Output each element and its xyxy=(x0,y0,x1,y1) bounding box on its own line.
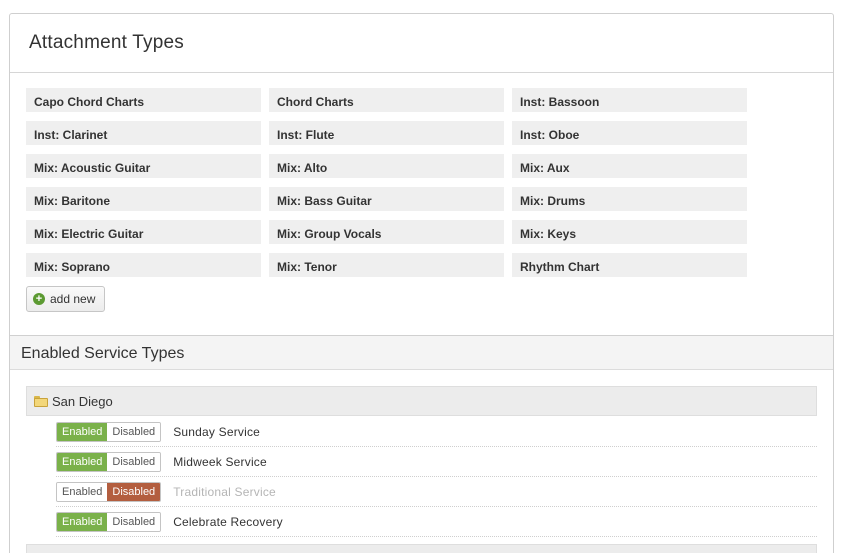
add-new-label: add new xyxy=(50,292,96,306)
page-title: Attachment Types xyxy=(29,32,184,53)
attachment-type-item[interactable]: Mix: Aux xyxy=(512,154,747,178)
attachment-types-panel: Attachment Types Capo Chord Charts Chord… xyxy=(9,13,834,553)
enable-disable-toggle: Enabled Disabled xyxy=(56,421,162,442)
service-name: Traditional Service xyxy=(173,484,276,499)
panel-header: Attachment Types xyxy=(10,14,833,73)
attachment-type-item[interactable]: Inst: Oboe xyxy=(512,121,747,145)
plus-circle-icon: + xyxy=(33,293,45,305)
attachment-type-item[interactable]: Mix: Bass Guitar xyxy=(269,187,504,211)
service-name: Celebrate Recovery xyxy=(173,514,283,529)
attachment-type-item[interactable]: Inst: Bassoon xyxy=(512,88,747,112)
attachment-type-item[interactable]: Inst: Clarinet xyxy=(26,121,261,145)
enabled-button[interactable]: Enabled xyxy=(57,482,108,501)
service-group-row[interactable]: San Diego xyxy=(26,386,817,416)
attachment-type-item[interactable]: Mix: Acoustic Guitar xyxy=(26,154,261,178)
attachment-type-item[interactable]: Inst: Flute xyxy=(269,121,504,145)
enable-disable-toggle: Enabled Disabled xyxy=(56,481,162,502)
attachment-type-item[interactable]: Capo Chord Charts xyxy=(26,88,261,112)
enabled-button[interactable]: Enabled xyxy=(57,452,108,471)
attachment-type-grid: Capo Chord Charts Chord Charts Inst: Bas… xyxy=(26,88,756,277)
service-name: Midweek Service xyxy=(173,454,267,469)
attachment-type-item[interactable]: Mix: Soprano xyxy=(26,253,261,277)
attachment-type-item[interactable]: Mix: Alto xyxy=(269,154,504,178)
service-name: Sunday Service xyxy=(173,424,261,439)
service-types-title: Enabled Service Types xyxy=(21,345,185,362)
attachment-type-item[interactable]: Mix: Electric Guitar xyxy=(26,220,261,244)
service-types-header: Enabled Service Types xyxy=(10,336,833,370)
folder-icon xyxy=(34,395,48,407)
disabled-button[interactable]: Disabled xyxy=(107,452,161,471)
service-group-label: San Diego xyxy=(52,393,113,409)
enabled-button[interactable]: Enabled xyxy=(57,422,108,441)
enabled-button[interactable]: Enabled xyxy=(57,512,108,531)
enable-disable-toggle: Enabled Disabled xyxy=(56,511,162,532)
attachment-types-area: Capo Chord Charts Chord Charts Inst: Bas… xyxy=(10,73,833,336)
attachment-type-item[interactable]: Rhythm Chart xyxy=(512,253,747,277)
attachment-type-item[interactable]: Mix: Baritone xyxy=(26,187,261,211)
disabled-button[interactable]: Disabled xyxy=(107,512,161,531)
attachment-type-item[interactable]: Mix: Drums xyxy=(512,187,747,211)
add-new-button[interactable]: + add new xyxy=(26,286,105,312)
attachment-type-item[interactable]: Mix: Group Vocals xyxy=(269,220,504,244)
service-row: Enabled Disabled Midweek Service xyxy=(56,447,817,477)
service-group-row[interactable] xyxy=(26,544,817,553)
disabled-button[interactable]: Disabled xyxy=(107,422,161,441)
service-row: Enabled Disabled Traditional Service xyxy=(56,477,817,507)
enable-disable-toggle: Enabled Disabled xyxy=(56,451,162,472)
attachment-type-item[interactable]: Chord Charts xyxy=(269,88,504,112)
attachment-type-item[interactable]: Mix: Tenor xyxy=(269,253,504,277)
service-row: Enabled Disabled Celebrate Recovery xyxy=(56,507,817,537)
attachment-type-item[interactable]: Mix: Keys xyxy=(512,220,747,244)
disabled-button[interactable]: Disabled xyxy=(107,482,161,501)
service-row: Enabled Disabled Sunday Service xyxy=(56,417,817,447)
